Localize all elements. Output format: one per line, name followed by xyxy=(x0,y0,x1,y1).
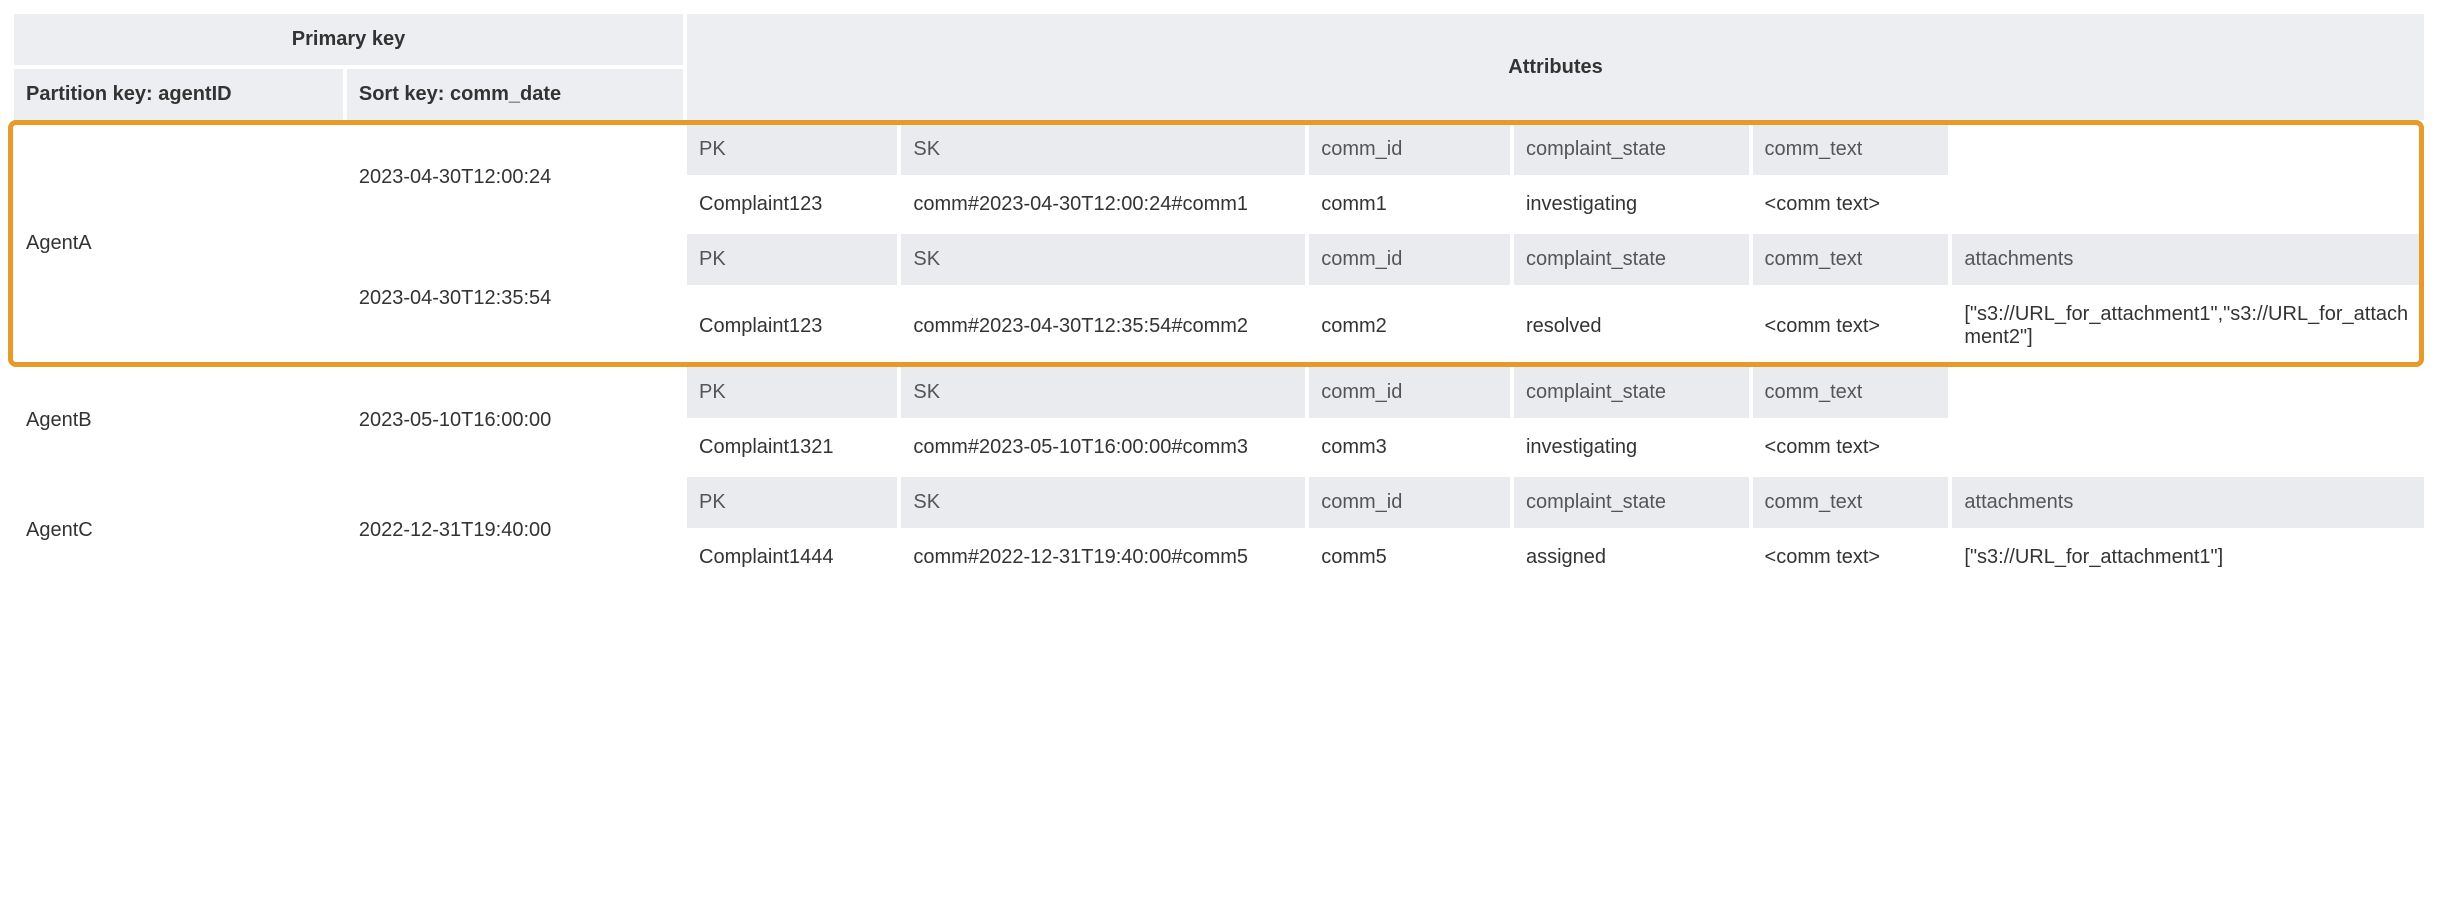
sort-key-cell: 2022-12-31T19:40:00 xyxy=(347,477,683,583)
attr-empty-attachments xyxy=(1952,367,2424,473)
partition-key-cell: AgentA xyxy=(14,124,343,363)
table-row: 2023-04-30T12:35:54PKSKcomm_idcomplaint_… xyxy=(14,234,2424,285)
attr-empty-attachments xyxy=(1952,124,2424,230)
attr-value-comm_text: <comm text> xyxy=(1753,179,1949,230)
attr-header-sk: SK xyxy=(901,367,1305,418)
sort-key-cell: 2023-04-30T12:00:24 xyxy=(347,124,683,230)
sort-key-cell: 2023-05-10T16:00:00 xyxy=(347,367,683,473)
header-row-1: Primary key Attributes xyxy=(14,14,2424,65)
attr-header-complaint_state: complaint_state xyxy=(1514,367,1749,418)
attr-header-comm_text: comm_text xyxy=(1753,367,1949,418)
attr-value-comm_id: comm5 xyxy=(1309,532,1510,583)
attr-header-comm_text: comm_text xyxy=(1753,124,1949,175)
dynamodb-table: Primary key Attributes Partition key: ag… xyxy=(10,10,2428,587)
attr-header-comm_text: comm_text xyxy=(1753,234,1949,285)
table-row: AgentC2022-12-31T19:40:00PKSKcomm_idcomp… xyxy=(14,477,2424,528)
attr-value-sk: comm#2023-04-30T12:00:24#comm1 xyxy=(901,179,1305,230)
attr-header-attachments: attachments xyxy=(1952,477,2424,528)
partition-key-header: Partition key: agentID xyxy=(14,69,343,120)
attr-value-complaint_state: assigned xyxy=(1514,532,1749,583)
attr-value-pk: Complaint1321 xyxy=(687,422,897,473)
attr-header-attachments: attachments xyxy=(1952,234,2424,285)
attr-value-comm_id: comm1 xyxy=(1309,179,1510,230)
attr-header-pk: PK xyxy=(687,477,897,528)
attr-value-attachments: ["s3://URL_for_attachment1","s3://URL_fo… xyxy=(1952,289,2424,363)
table-row: AgentA2023-04-30T12:00:24PKSKcomm_idcomp… xyxy=(14,124,2424,175)
sort-key-cell: 2023-04-30T12:35:54 xyxy=(347,234,683,363)
attr-header-comm_id: comm_id xyxy=(1309,234,1510,285)
attr-header-sk: SK xyxy=(901,234,1305,285)
table-row: AgentB2023-05-10T16:00:00PKSKcomm_idcomp… xyxy=(14,367,2424,418)
attr-value-pk: Complaint1444 xyxy=(687,532,897,583)
data-table: Primary key Attributes Partition key: ag… xyxy=(10,10,2428,587)
attr-header-sk: SK xyxy=(901,124,1305,175)
sort-key-header: Sort key: comm_date xyxy=(347,69,683,120)
attr-value-attachments: ["s3://URL_for_attachment1"] xyxy=(1952,532,2424,583)
partition-key-cell: AgentB xyxy=(14,367,343,473)
attr-value-pk: Complaint123 xyxy=(687,289,897,363)
attr-header-pk: PK xyxy=(687,367,897,418)
attr-value-comm_id: comm3 xyxy=(1309,422,1510,473)
attr-value-sk: comm#2023-05-10T16:00:00#comm3 xyxy=(901,422,1305,473)
attr-header-pk: PK xyxy=(687,234,897,285)
attr-header-complaint_state: complaint_state xyxy=(1514,234,1749,285)
attr-value-complaint_state: investigating xyxy=(1514,422,1749,473)
attr-header-pk: PK xyxy=(687,124,897,175)
partition-key-cell: AgentC xyxy=(14,477,343,583)
attr-value-complaint_state: resolved xyxy=(1514,289,1749,363)
table-body: AgentA2023-04-30T12:00:24PKSKcomm_idcomp… xyxy=(14,124,2424,583)
attr-value-comm_text: <comm text> xyxy=(1753,532,1949,583)
attr-header-complaint_state: complaint_state xyxy=(1514,477,1749,528)
attr-header-sk: SK xyxy=(901,477,1305,528)
attr-header-comm_text: comm_text xyxy=(1753,477,1949,528)
attr-header-comm_id: comm_id xyxy=(1309,124,1510,175)
attr-header-comm_id: comm_id xyxy=(1309,367,1510,418)
primary-key-header: Primary key xyxy=(14,14,683,65)
attr-value-sk: comm#2023-04-30T12:35:54#comm2 xyxy=(901,289,1305,363)
attr-value-comm_text: <comm text> xyxy=(1753,289,1949,363)
attr-value-comm_id: comm2 xyxy=(1309,289,1510,363)
attr-value-comm_text: <comm text> xyxy=(1753,422,1949,473)
attr-header-complaint_state: complaint_state xyxy=(1514,124,1749,175)
attr-value-pk: Complaint123 xyxy=(687,179,897,230)
attributes-header: Attributes xyxy=(687,14,2424,120)
attr-value-complaint_state: investigating xyxy=(1514,179,1749,230)
attr-header-comm_id: comm_id xyxy=(1309,477,1510,528)
attr-value-sk: comm#2022-12-31T19:40:00#comm5 xyxy=(901,532,1305,583)
